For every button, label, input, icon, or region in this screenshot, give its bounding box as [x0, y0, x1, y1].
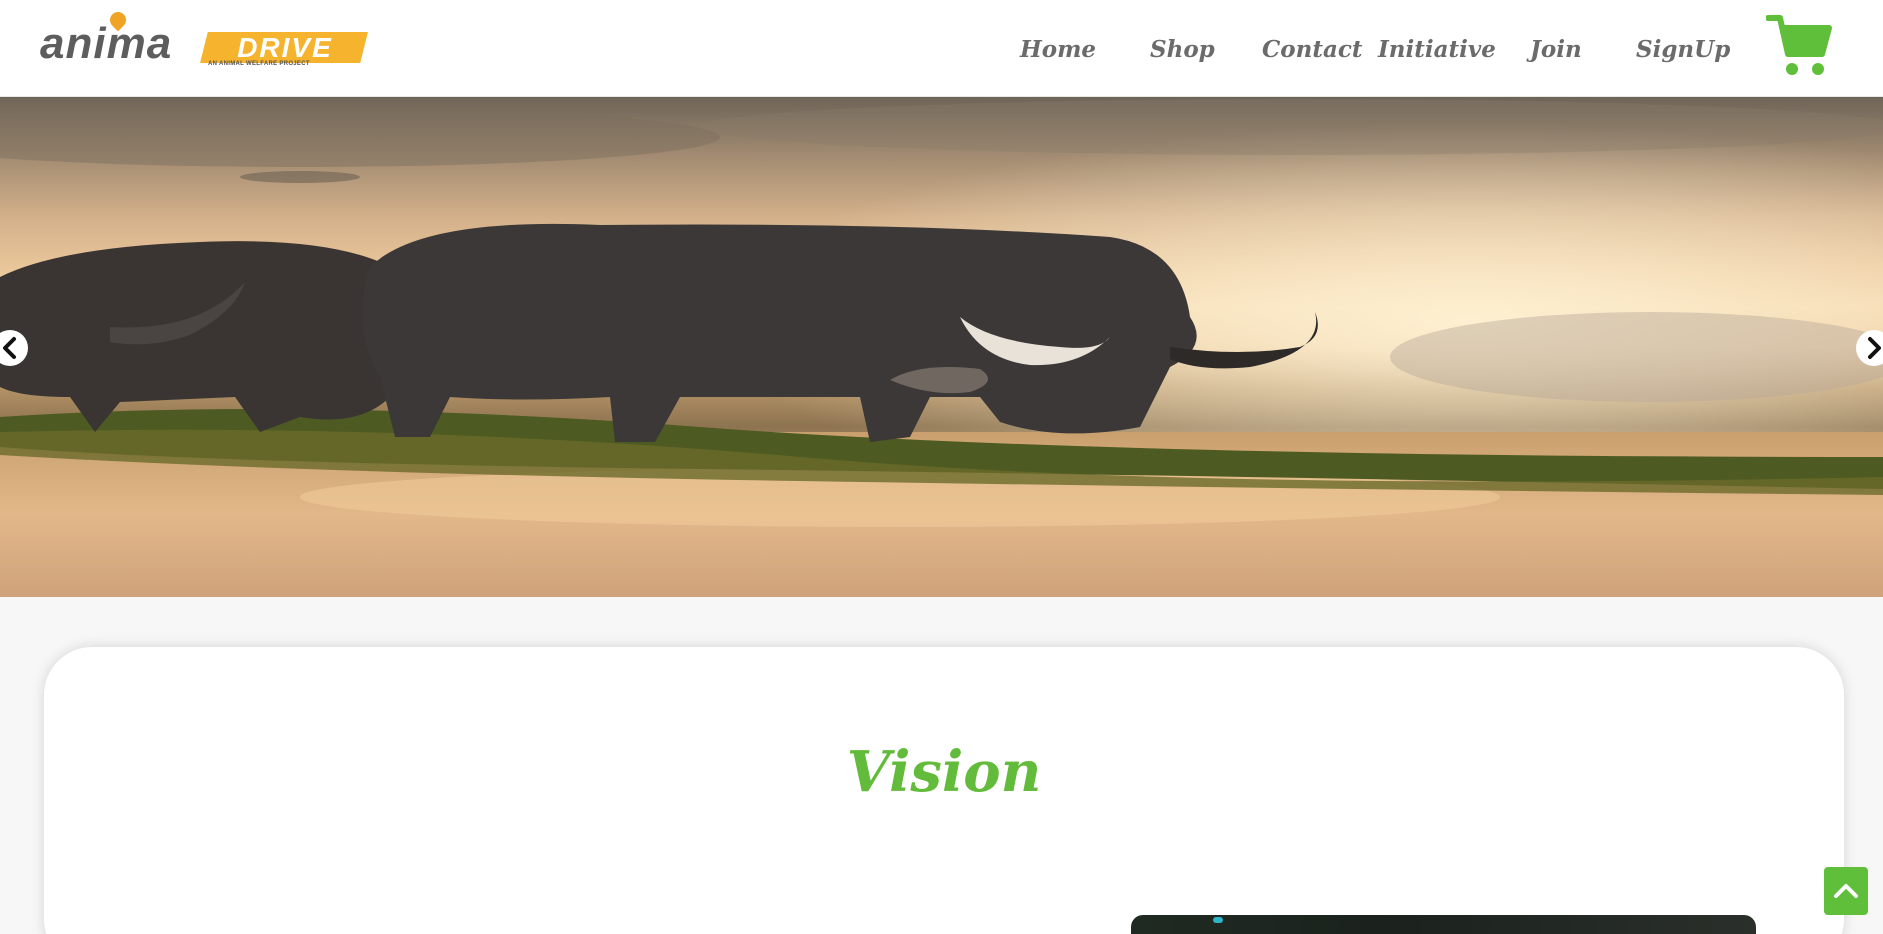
logo-tagline: AN ANIMAL WELFARE PROJECT — [208, 61, 310, 67]
hero-image-water-buffalo — [0, 97, 1883, 597]
chevron-up-icon — [1834, 884, 1858, 898]
logo-word-anima: anima — [40, 19, 173, 68]
hero-slider — [0, 97, 1883, 597]
logo-word-drive: DRIVE — [237, 32, 333, 63]
vision-heading: Vision — [846, 739, 1042, 805]
chevron-right-icon — [1868, 337, 1881, 359]
nav-item-signup[interactable]: SignUp — [1636, 30, 1730, 70]
vision-image — [1131, 915, 1756, 934]
vision-image-highlight — [1213, 917, 1223, 923]
nav-item-home[interactable]: Home — [1020, 30, 1096, 70]
nav-item-shop[interactable]: Shop — [1150, 30, 1215, 70]
nav-item-initiative[interactable]: Initiative — [1378, 30, 1496, 70]
site-header: anima DRIVE AN ANIMAL WELFARE PROJECT Ho… — [0, 0, 1883, 97]
slider-prev-button[interactable] — [0, 330, 28, 366]
shopping-cart-icon[interactable] — [1765, 14, 1832, 78]
vision-section: Vision — [44, 647, 1844, 934]
slider-next-button[interactable] — [1856, 330, 1883, 366]
scroll-to-top-button[interactable] — [1824, 867, 1868, 915]
nav-item-join[interactable]: Join — [1530, 30, 1582, 70]
nav-item-contact[interactable]: Contact — [1262, 30, 1363, 70]
chevron-left-icon — [3, 337, 16, 359]
site-logo[interactable]: anima DRIVE AN ANIMAL WELFARE PROJECT — [38, 8, 368, 68]
